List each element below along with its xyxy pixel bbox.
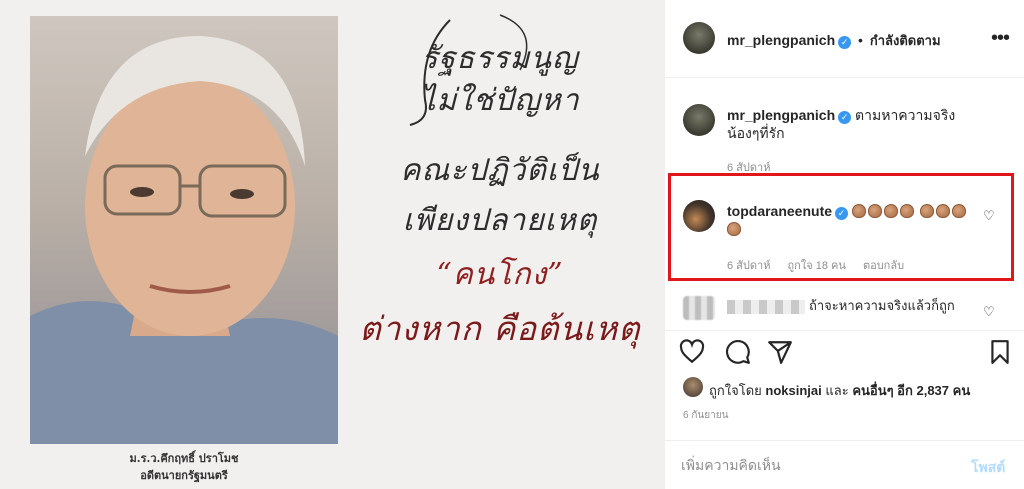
caption-comment: mr_plengpanich ✓ ตามหาความจริง น้องๆที่รั… <box>727 106 977 142</box>
liker-avatar[interactable] <box>683 377 703 397</box>
poem-line: คณะปฏิวัติเป็น <box>400 153 600 188</box>
like-comment-heart-icon[interactable]: ♡ <box>983 208 995 224</box>
share-paper-plane-icon[interactable] <box>767 339 793 365</box>
caption-title: อดีตนายกรัฐมนตรี <box>140 469 228 482</box>
photo-caption: ม.ร.ว.คึกฤทธิ์ ปราโมช อดีตนายกรัฐมนตรี <box>30 450 338 484</box>
post-sidebar: mr_plengpanich ✓ • กำลังติดตาม ••• mr_ple… <box>664 0 1024 489</box>
post-image: ม.ร.ว.คึกฤทธิ์ ปราโมช อดีตนายกรัฐมนตรี ร… <box>0 0 664 489</box>
poem-line: ไม่ใช่ปัญหา <box>420 83 580 118</box>
avatar[interactable] <box>683 104 715 136</box>
post-comment-button[interactable]: โพสต์ <box>971 457 1005 479</box>
post-header: mr_plengpanich ✓ • กำลังติดตาม ••• <box>665 0 1024 78</box>
comment-timestamp[interactable]: 6 สัปดาห์ <box>727 158 770 176</box>
like-comment-heart-icon[interactable]: ♡ <box>983 304 995 320</box>
likes-prefix: ถูกใจโดย <box>709 383 762 398</box>
poem-line: เพียงปลายเหตุ <box>402 203 598 238</box>
poem-line-highlight: “คนโกง” <box>436 257 564 292</box>
comment: ถ้าจะหาความจริงแล้วก็ถูก <box>727 297 977 315</box>
add-comment-bar: โพสต์ <box>665 440 1024 489</box>
save-bookmark-icon[interactable] <box>987 339 1013 365</box>
comment-bubble-icon[interactable] <box>725 339 751 365</box>
clap-emoji-icon <box>951 204 966 218</box>
following-button[interactable]: กำลังติดตาม <box>870 33 941 48</box>
avatar[interactable] <box>683 200 715 232</box>
likes-summary: ถูกใจโดย noksinjai และ คนอื่นๆ อีก 2,837… <box>709 380 970 401</box>
portrait-photo <box>30 16 338 444</box>
post-date[interactable]: 6 กันยายน <box>683 408 728 423</box>
more-options-icon[interactable]: ••• <box>991 28 1010 48</box>
verified-badge-icon: ✓ <box>835 207 849 220</box>
separator-dot: • <box>858 32 863 48</box>
poem-line-conclusion: ต่างหาก คือต้นเหตุ <box>359 309 641 348</box>
comment-meta: 6 สัปดาห์ ถูกใจ 18 คน ตอบกลับ <box>727 256 918 274</box>
clap-emoji-icon <box>919 204 934 218</box>
poem-line: รัฐธรรมนูญ <box>421 41 579 76</box>
likes-and: และ <box>825 383 849 398</box>
blurred-username <box>727 299 805 314</box>
caption-name: ม.ร.ว.คึกฤทธิ์ ปราโมช <box>129 452 239 465</box>
like-heart-icon[interactable] <box>679 339 705 365</box>
author-username[interactable]: mr_plengpanich <box>727 32 835 48</box>
comment-like-count[interactable]: ถูกใจ 18 คน <box>788 260 846 272</box>
comment-text: ถ้าจะหาความจริงแล้วก็ถูก <box>809 298 955 313</box>
comment-username[interactable]: topdaraneenute <box>727 203 832 219</box>
liker-username[interactable]: noksinjai <box>765 383 821 398</box>
add-comment-input[interactable] <box>681 453 941 477</box>
clap-emoji-icon <box>899 204 914 218</box>
avatar[interactable] <box>683 22 715 54</box>
likes-others-link[interactable]: คนอื่นๆ อีก 2,837 คน <box>852 383 970 398</box>
reply-button[interactable]: ตอบกลับ <box>863 260 904 272</box>
post-actions <box>665 330 1024 370</box>
comment-timestamp[interactable]: 6 สัปดาห์ <box>727 260 770 272</box>
verified-badge-icon: ✓ <box>838 111 852 124</box>
comment-username[interactable]: mr_plengpanich <box>727 107 835 123</box>
avatar[interactable] <box>683 296 715 320</box>
verified-badge-icon: ✓ <box>838 36 852 49</box>
comment: topdaraneenute ✓ <box>727 202 977 238</box>
clap-emoji-icon <box>883 204 898 218</box>
clap-emoji-icon <box>851 204 866 218</box>
clap-emoji-icon <box>867 204 882 218</box>
clap-emoji-icon <box>935 204 950 218</box>
author-row: mr_plengpanich ✓ • กำลังติดตาม <box>727 30 941 51</box>
clap-emoji-icon <box>727 222 741 236</box>
poem-text: รัฐธรรมนูญ ไม่ใช่ปัญหา คณะปฏิวัติเป็น เพ… <box>350 24 650 348</box>
